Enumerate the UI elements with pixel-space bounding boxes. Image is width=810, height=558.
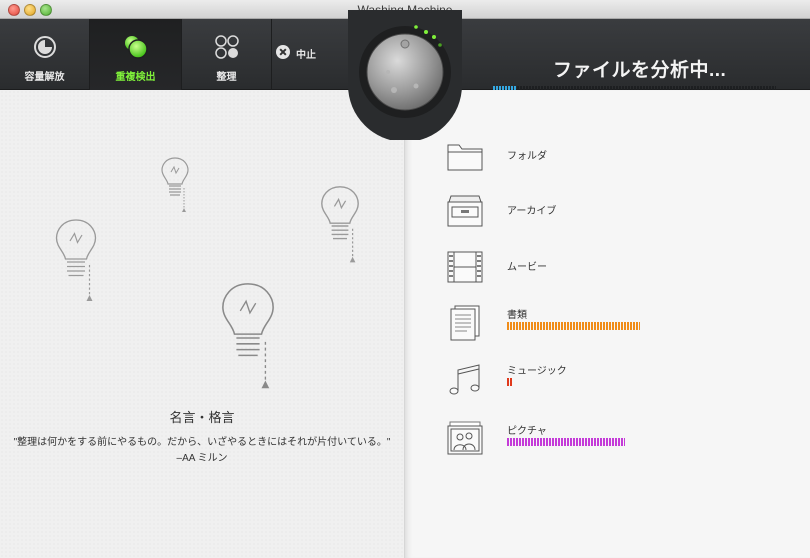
tab-label: 容量解放 bbox=[24, 72, 65, 83]
category-documents[interactable]: 書類 bbox=[445, 304, 805, 344]
picture-icon bbox=[447, 421, 483, 455]
tab-duplicates[interactable]: 重複検出 bbox=[90, 19, 182, 90]
music-size-bar bbox=[507, 378, 513, 386]
document-icon bbox=[450, 305, 480, 341]
archive-box-icon bbox=[447, 195, 483, 227]
tab-free-space[interactable]: 容量解放 bbox=[0, 19, 90, 90]
category-label: ミュージック bbox=[507, 366, 567, 377]
lightbulb-icon bbox=[222, 283, 274, 389]
stop-label: 中止 bbox=[296, 50, 316, 61]
category-music[interactable]: ミュージック bbox=[445, 360, 805, 400]
category-label: 書類 bbox=[507, 310, 527, 321]
pictures-size-bar bbox=[507, 438, 625, 446]
tab-label: 整理 bbox=[216, 72, 237, 83]
lightbulb-icon bbox=[161, 157, 189, 212]
scan-status: ファイルを分析中... bbox=[553, 60, 727, 81]
quote-title: 名言・格言 bbox=[169, 410, 235, 425]
tab-organize[interactable]: 整理 bbox=[182, 19, 272, 90]
category-folders[interactable]: フォルダ bbox=[445, 137, 805, 177]
category-label: アーカイブ bbox=[507, 206, 557, 217]
app-window: Washing Machine 容量解放 重複検出 bbox=[0, 0, 810, 558]
category-pictures[interactable]: ピクチャ bbox=[445, 420, 805, 460]
film-strip-icon bbox=[447, 251, 483, 283]
category-movies[interactable]: ムービー bbox=[445, 248, 805, 288]
stop-x-icon bbox=[276, 45, 290, 59]
tab-label: 重複検出 bbox=[115, 72, 156, 83]
folder-icon bbox=[447, 144, 483, 171]
category-archives[interactable]: アーカイブ bbox=[445, 192, 805, 232]
scan-dial-knob[interactable] bbox=[348, 10, 462, 140]
organize-grid-icon bbox=[214, 35, 239, 59]
lightbulb-icon bbox=[321, 186, 359, 263]
documents-size-bar bbox=[507, 322, 640, 330]
category-label: フォルダ bbox=[507, 151, 547, 162]
duplicate-bubbles-icon bbox=[124, 36, 148, 59]
quote-text: "整理は何かをする前にやるもの。だから、いざやるときにはそれが片付いている。" … bbox=[13, 437, 391, 464]
category-panel: フォルダ アーカイブ ムービー 書類 ミュージック ピクチャ bbox=[404, 90, 810, 558]
category-label: ムービー bbox=[507, 262, 547, 273]
music-notes-icon bbox=[449, 364, 480, 395]
category-label: ピクチャ bbox=[507, 426, 547, 437]
lightbulb-icon bbox=[55, 219, 97, 301]
pie-chart-icon bbox=[33, 36, 56, 58]
tip-panel: 名言・格言 "整理は何かをする前にやるもの。だから、いざやるときにはそれが片付い… bbox=[0, 90, 404, 558]
